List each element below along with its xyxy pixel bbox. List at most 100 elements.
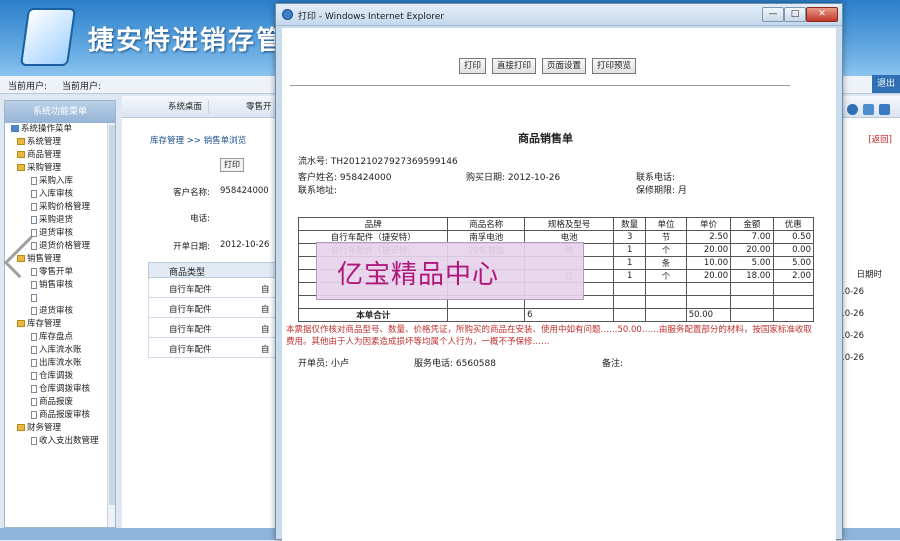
sidebar-item[interactable]: 仓库调拨审核 xyxy=(5,383,115,396)
sidebar-item[interactable]: 采购退货 xyxy=(5,214,115,227)
sidebar-item-label: 退货审核 xyxy=(39,228,74,238)
sidebar-item[interactable]: 退货审核 xyxy=(5,227,115,240)
customer-value: 958424000 xyxy=(220,186,269,196)
sidebar-item-label: 销售审核 xyxy=(39,280,74,290)
warranty: 保修期限: 月 xyxy=(636,186,687,196)
maximize-button[interactable]: □ xyxy=(784,7,806,22)
table-cell xyxy=(730,295,774,309)
sidebar-item[interactable]: 库存管理 xyxy=(5,318,115,331)
sidebar-tree: 系统操作菜单 系统管理商品管理 采购管理 采购入库 入库审核采购价格管理 采购退货退货审核… xyxy=(5,123,115,448)
window-title: 打印 - Windows Internet Explorer xyxy=(298,12,445,22)
column-header: 规格及型号 xyxy=(524,217,615,231)
page-icon xyxy=(31,397,37,406)
page-icon xyxy=(31,176,37,185)
sidebar-item-label: 入库审核 xyxy=(39,189,74,199)
remark: 备注: xyxy=(602,359,624,369)
direct-print-button[interactable]: 直接打印 xyxy=(492,58,537,74)
help-icon[interactable] xyxy=(847,104,859,115)
page-icon xyxy=(31,306,37,315)
back-link[interactable]: [返回] xyxy=(868,133,892,145)
sidebar-item[interactable]: 商品报废 xyxy=(5,396,115,409)
sidebar-item[interactable]: 退货审核 xyxy=(5,305,115,318)
sidebar-item[interactable]: 收入支出数管理 xyxy=(5,435,115,448)
table-cell: 个 xyxy=(645,269,687,283)
breadcrumb: 库存管理 >> 销售单浏览 xyxy=(150,136,247,146)
table-cell xyxy=(685,282,732,296)
table-cell: 自行车配件 xyxy=(169,345,212,355)
page-icon xyxy=(31,189,37,198)
ie-icon xyxy=(282,9,293,20)
column-header: 商品名称 xyxy=(447,217,526,231)
sidebar-item[interactable]: 销售审核 xyxy=(5,279,115,292)
receipt-title: 商品销售单 xyxy=(518,132,573,145)
tab-retail[interactable]: 零售开 xyxy=(240,100,279,114)
sidebar-item[interactable]: 采购管理 xyxy=(5,162,115,175)
table-cell xyxy=(730,282,774,296)
page-icon xyxy=(31,371,37,380)
table-cell: 自 xyxy=(261,325,270,335)
service-phone: 服务电话: 6560588 xyxy=(414,359,496,369)
table-cell xyxy=(447,308,526,322)
divider xyxy=(290,85,790,86)
sidebar-item[interactable]: 财务管理 xyxy=(5,422,115,435)
sidebar-item-label: 采购价格管理 xyxy=(39,202,91,212)
sidebar-scrollbar[interactable] xyxy=(107,123,115,527)
contact-phone: 联系电话: xyxy=(636,173,676,183)
table-cell xyxy=(645,308,687,322)
watermark-text: 亿宝精品中心 xyxy=(337,260,500,290)
sidebar-item[interactable]: 商品报废审核 xyxy=(5,409,115,422)
table-cell xyxy=(645,295,687,309)
sidebar-item[interactable]: 仓库调拨 xyxy=(5,370,115,383)
sidebar-item-label: 系统管理 xyxy=(27,137,62,147)
window-icon[interactable] xyxy=(863,104,875,115)
table-cell: 2.50 xyxy=(685,230,732,244)
close-button[interactable]: ✕ xyxy=(806,7,838,22)
sidebar-item[interactable]: 系统操作菜单 xyxy=(5,123,115,136)
sidebar-item[interactable] xyxy=(5,292,115,305)
table-cell: 自 xyxy=(261,305,270,315)
logout-button[interactable]: 退出 xyxy=(872,75,900,93)
table-cell: 自行车配件 xyxy=(169,305,212,315)
sidebar-item-label: 商品报废审核 xyxy=(39,410,91,420)
table-cell: 1 xyxy=(613,243,647,257)
page-icon xyxy=(31,345,37,354)
sidebar-header: 系统功能菜单 xyxy=(5,101,115,123)
table-cell xyxy=(772,308,815,322)
sidebar-item[interactable]: 系统管理 xyxy=(5,136,115,149)
customer-label: 客户名称: xyxy=(173,188,210,198)
page-icon xyxy=(31,410,37,419)
table-cell: 0.50 xyxy=(772,230,815,244)
print-button[interactable]: 打印 xyxy=(459,58,487,74)
window-titlebar[interactable]: 打印 - Windows Internet Explorer — □ ✕ xyxy=(276,4,842,26)
tab-desktop[interactable]: 系统桌面 xyxy=(162,100,210,114)
sidebar-item[interactable]: 出库流水账 xyxy=(5,357,115,370)
sidebar-item[interactable]: 入库流水账 xyxy=(5,344,115,357)
sidebar-item[interactable]: 库存盘点 xyxy=(5,331,115,344)
total-qty: 6 xyxy=(524,308,615,322)
scrollbar-thumb[interactable] xyxy=(109,125,115,505)
sidebar-item[interactable]: 商品管理 xyxy=(5,149,115,162)
table-cell: 7.00 xyxy=(730,230,774,244)
sidebar-item-label: 采购退货 xyxy=(39,215,74,225)
serial-number: 流水号: TH20121027927369599146 xyxy=(298,157,458,167)
print-small-button[interactable]: 打印 xyxy=(220,158,244,172)
sidebar-item[interactable]: 采购价格管理 xyxy=(5,201,115,214)
column-header: 数量 xyxy=(613,217,647,231)
purchase-date: 购买日期: 2012-10-26 xyxy=(466,173,561,183)
window-content: 打印 直接打印 页面设置 打印预览 商品销售单 流水号: TH201210279273… xyxy=(282,28,836,541)
print-preview-button[interactable]: 打印预览 xyxy=(592,58,637,74)
column-header-type: 商品类型 xyxy=(169,268,206,278)
table-cell: 条 xyxy=(645,256,687,270)
app-title: 捷安特进销存管 xyxy=(88,26,285,56)
sidebar-item[interactable]: 采购入库 xyxy=(5,175,115,188)
page-setup-button[interactable]: 页面设置 xyxy=(542,58,587,74)
fullscreen-icon[interactable] xyxy=(879,104,890,115)
sidebar-item[interactable]: 入库审核 xyxy=(5,188,115,201)
table-cell: 1 xyxy=(613,269,647,283)
table-cell: 20.00 xyxy=(685,269,732,283)
table-cell: 20.00 xyxy=(730,243,774,257)
table-cell: 18.00 xyxy=(730,269,774,283)
minimize-button[interactable]: — xyxy=(762,7,784,22)
sidebar-item-label: 退货审核 xyxy=(39,306,74,316)
table-cell: 10.00 xyxy=(685,256,732,270)
